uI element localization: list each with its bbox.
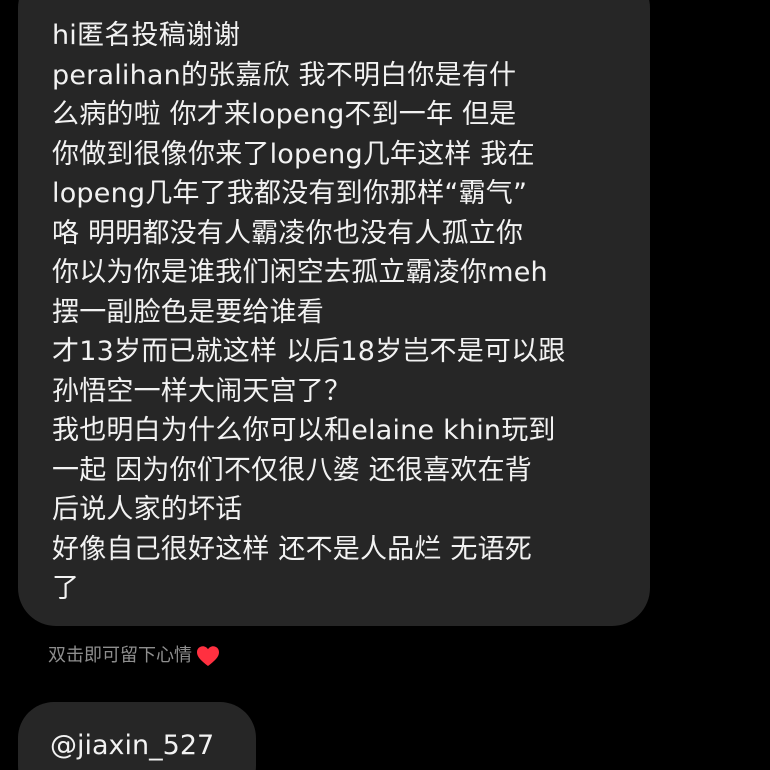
message-line: 孙悟空一样大闹天宫了？: [52, 375, 352, 407]
chat-screen: hi匿名投稿谢谢 peralihan的张嘉欣 我不明白你是有什 么病的啦 你才来…: [0, 0, 770, 770]
double-tap-reaction-hint: 双击即可留下心情: [48, 641, 220, 671]
message-line: 你做到很像你来了lopeng几年这样 我在: [52, 138, 535, 170]
message-line: 一起 因为你们不仅很八婆 还很喜欢在背: [52, 454, 532, 486]
mention-username[interactable]: @jiaxin_527: [50, 730, 214, 761]
message-line: 才13岁而已就这样 以后18岁岂不是可以跟: [52, 336, 566, 367]
message-line: 了: [52, 573, 80, 604]
message-line: 我也明白为什么你可以和elaine khin玩到: [52, 415, 556, 446]
message-line: 么病的啦 你才来lopeng不到一年 但是: [52, 99, 517, 130]
message-line: 咯 明明都没有人霸凌你也没有人孤立你: [52, 217, 524, 249]
message-bubble[interactable]: hi匿名投稿谢谢 peralihan的张嘉欣 我不明白你是有什 么病的啦 你才来…: [18, 0, 650, 626]
message-line: hi匿名投稿谢谢: [52, 20, 241, 51]
message-line: 摆一副脸色是要给谁看: [52, 296, 324, 328]
message-line: 后说人家的坏话: [52, 494, 243, 525]
reaction-hint-text: 双击即可留下心情: [48, 645, 192, 666]
heart-icon: [196, 645, 220, 667]
message-line: peralihan的张嘉欣 我不明白你是有什: [52, 59, 517, 91]
message-line: 好像自己很好这样 还不是人品烂 无语死: [52, 533, 532, 565]
message-line: lopeng几年了我都没有到你那样“霸气”: [52, 178, 528, 209]
message-line: 你以为你是谁我们闲空去孤立霸凌你meh: [52, 257, 548, 288]
mention-bubble[interactable]: @jiaxin_527: [18, 702, 256, 770]
